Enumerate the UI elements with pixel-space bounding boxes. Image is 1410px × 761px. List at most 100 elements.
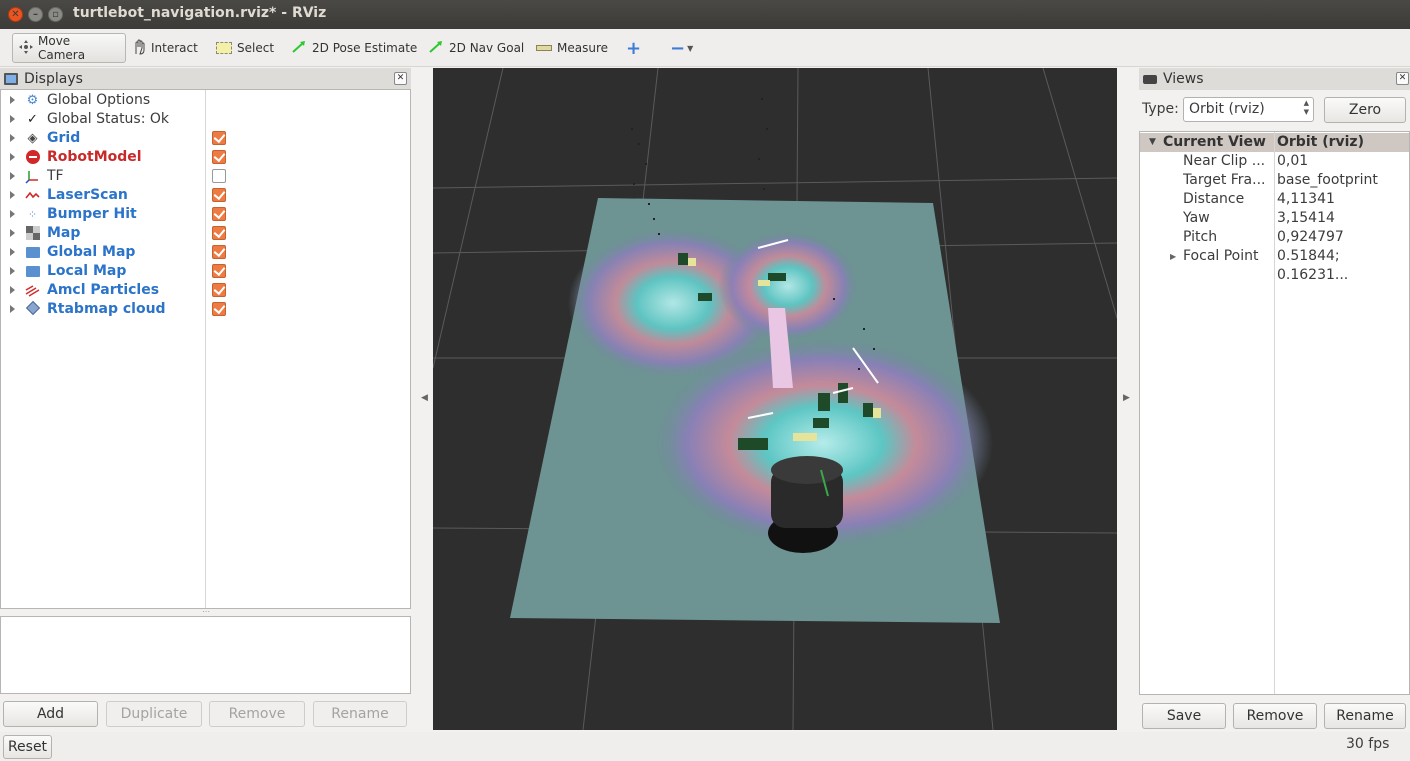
expand-arrow-icon[interactable] bbox=[10, 210, 15, 218]
expand-arrow-icon[interactable] bbox=[10, 134, 15, 142]
display-enabled-checkbox[interactable] bbox=[212, 264, 226, 278]
2d-pose-estimate-tool[interactable]: 2D Pose Estimate bbox=[285, 33, 423, 63]
camera-icon bbox=[1143, 74, 1157, 84]
property-row-distance[interactable]: Distance 4,11341 bbox=[1140, 190, 1409, 209]
close-displays-panel-button[interactable]: ✕ bbox=[394, 72, 407, 85]
displays-header-bar: Displays bbox=[0, 68, 411, 90]
title-bar: ✕ – ▫ turtlebot_navigation.rviz* - RViz bbox=[0, 0, 1410, 29]
duplicate-display-button[interactable]: Duplicate bbox=[106, 701, 202, 727]
2d-nav-goal-tool[interactable]: 2D Nav Goal bbox=[422, 33, 530, 63]
display-item-label: Bumper Hit bbox=[47, 206, 137, 222]
collapse-arrow-icon[interactable]: ▼ bbox=[1149, 133, 1156, 152]
close-views-panel-button[interactable]: ✕ bbox=[1396, 72, 1409, 85]
remove-view-button[interactable]: Remove bbox=[1233, 703, 1317, 729]
pose-estimate-label: 2D Pose Estimate bbox=[312, 41, 418, 55]
display-enabled-checkbox[interactable] bbox=[212, 245, 226, 259]
grid-icon: ◈ bbox=[27, 131, 38, 146]
current-view-key: Current View bbox=[1163, 134, 1266, 150]
views-header-bar: Views bbox=[1139, 68, 1410, 90]
displays-title: Displays bbox=[24, 71, 83, 87]
gear-icon: ⚙ bbox=[26, 93, 39, 108]
property-key: Distance bbox=[1183, 191, 1245, 207]
expand-arrow-icon[interactable] bbox=[10, 115, 15, 123]
zero-view-button[interactable]: Zero bbox=[1324, 97, 1406, 123]
column-divider[interactable] bbox=[205, 90, 206, 608]
expand-arrow-icon[interactable] bbox=[10, 229, 15, 237]
display-enabled-checkbox[interactable] bbox=[212, 169, 226, 183]
expand-arrow-icon[interactable] bbox=[10, 267, 15, 275]
reset-button[interactable]: Reset bbox=[3, 735, 52, 759]
expand-arrow-icon[interactable] bbox=[10, 305, 15, 313]
save-view-button[interactable]: Save bbox=[1142, 703, 1226, 729]
ruler-icon bbox=[536, 45, 552, 51]
property-row-pitch[interactable]: Pitch 0,924797 bbox=[1140, 228, 1409, 247]
property-row-near-clip[interactable]: Near Clip ... 0,01 bbox=[1140, 152, 1409, 171]
display-enabled-checkbox[interactable] bbox=[212, 302, 226, 316]
expand-arrow-icon[interactable] bbox=[10, 286, 15, 294]
expand-arrow-icon[interactable] bbox=[10, 96, 15, 104]
property-row-focal-point[interactable]: ▶ Focal Point 0.51844; 0.16231... bbox=[1140, 247, 1409, 283]
collapse-left-arrow-icon[interactable]: ◀ bbox=[421, 393, 428, 403]
expand-arrow-icon[interactable] bbox=[10, 248, 15, 256]
maximize-icon: ▫ bbox=[52, 9, 59, 20]
view-type-select[interactable]: Orbit (rviz) ▲ ▼ bbox=[1183, 97, 1314, 122]
remove-tool-menu[interactable]: − ▼ bbox=[664, 33, 699, 63]
tf-axes-icon bbox=[25, 169, 40, 184]
property-row-target-frame[interactable]: Target Fra... base_footprint bbox=[1140, 171, 1409, 190]
property-value[interactable]: 0.51844; 0.16231... bbox=[1277, 247, 1409, 285]
close-window-button[interactable]: ✕ bbox=[8, 7, 23, 22]
property-key: Near Clip ... bbox=[1183, 153, 1266, 169]
expand-arrow-icon[interactable]: ▶ bbox=[1170, 247, 1176, 266]
minimize-icon: – bbox=[33, 9, 38, 20]
current-view-value: Orbit (rviz) bbox=[1277, 134, 1364, 150]
laser-icon bbox=[25, 188, 40, 203]
expand-arrow-icon[interactable] bbox=[10, 191, 15, 199]
interact-tool[interactable]: Interact bbox=[126, 33, 204, 63]
measure-tool[interactable]: Measure bbox=[530, 33, 614, 63]
error-icon bbox=[25, 150, 40, 165]
remove-display-button[interactable]: Remove bbox=[209, 701, 305, 727]
expand-arrow-icon[interactable] bbox=[10, 153, 15, 161]
display-item-label: LaserScan bbox=[47, 187, 128, 203]
plus-icon: + bbox=[626, 37, 642, 59]
measure-label: Measure bbox=[557, 41, 608, 55]
toolbar: Move Camera Interact Select 2D Pose Esti… bbox=[0, 29, 1410, 67]
status-bar: Reset 30 fps bbox=[0, 732, 1410, 761]
close-icon: ✕ bbox=[11, 9, 20, 20]
property-value[interactable]: 0,01 bbox=[1277, 152, 1308, 171]
displays-panel-header: Displays ✕ bbox=[0, 68, 411, 90]
3d-render-viewport[interactable] bbox=[433, 68, 1117, 730]
window-title: turtlebot_navigation.rviz* - RViz bbox=[73, 5, 327, 21]
expand-arrow-icon[interactable] bbox=[10, 172, 15, 180]
rename-display-button[interactable]: Rename bbox=[313, 701, 407, 727]
display-item-label: Rtabmap cloud bbox=[47, 301, 166, 317]
property-key: Focal Point bbox=[1183, 248, 1259, 264]
display-item-label: Global Map bbox=[47, 244, 136, 260]
minimize-window-button[interactable]: – bbox=[28, 7, 43, 22]
property-value[interactable]: base_footprint bbox=[1277, 171, 1378, 190]
display-enabled-checkbox[interactable] bbox=[212, 283, 226, 297]
display-enabled-checkbox[interactable] bbox=[212, 207, 226, 221]
property-value[interactable]: 4,11341 bbox=[1277, 190, 1335, 209]
folder-icon bbox=[25, 245, 40, 260]
display-enabled-checkbox[interactable] bbox=[212, 131, 226, 145]
add-display-button[interactable]: Add bbox=[3, 701, 98, 727]
monitor-icon bbox=[4, 73, 18, 85]
property-value[interactable]: 3,15414 bbox=[1277, 209, 1335, 228]
display-enabled-checkbox[interactable] bbox=[212, 226, 226, 240]
scene-canvas bbox=[433, 68, 1117, 730]
move-camera-tool[interactable]: Move Camera bbox=[12, 33, 126, 63]
property-value[interactable]: 0,924797 bbox=[1277, 228, 1344, 247]
add-tool-button[interactable]: + bbox=[620, 33, 647, 63]
collapse-right-arrow-icon[interactable]: ▶ bbox=[1123, 393, 1130, 403]
property-row-yaw[interactable]: Yaw 3,15414 bbox=[1140, 209, 1409, 228]
display-enabled-checkbox[interactable] bbox=[212, 188, 226, 202]
rename-view-button[interactable]: Rename bbox=[1324, 703, 1406, 729]
splitter-handle[interactable]: ⋯ bbox=[200, 608, 212, 616]
views-title: Views bbox=[1163, 71, 1204, 87]
select-tool[interactable]: Select bbox=[210, 33, 280, 63]
spinner-arrows-icon: ▲ ▼ bbox=[1303, 99, 1309, 116]
display-enabled-checkbox[interactable] bbox=[212, 150, 226, 164]
maximize-window-button[interactable]: ▫ bbox=[48, 7, 63, 22]
display-item-label: Global Options bbox=[47, 92, 151, 108]
